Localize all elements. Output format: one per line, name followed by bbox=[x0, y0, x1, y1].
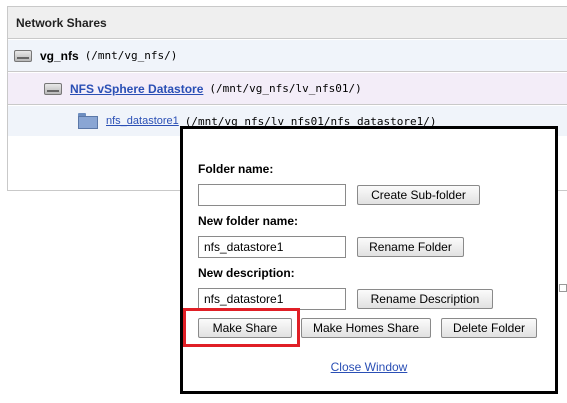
folder-actions-popup: Folder name: Create Sub-folder New folde… bbox=[180, 126, 558, 394]
volume-name: vg_nfs bbox=[40, 48, 79, 63]
rename-folder-button[interactable]: Rename Folder bbox=[357, 237, 464, 257]
folder-name-input[interactable] bbox=[198, 184, 346, 206]
disk-icon bbox=[44, 82, 62, 95]
make-homes-share-button[interactable]: Make Homes Share bbox=[301, 318, 431, 338]
datastore-path: (/mnt/vg_nfs/lv_nfs01/) bbox=[209, 82, 362, 95]
scroll-fragment bbox=[559, 270, 567, 314]
highlight-box bbox=[183, 308, 300, 347]
delete-folder-button[interactable]: Delete Folder bbox=[441, 318, 537, 338]
disk-icon bbox=[14, 49, 32, 62]
volume-path: (/mnt/vg_nfs/) bbox=[84, 49, 178, 62]
folder-name-label: Folder name: bbox=[198, 162, 274, 176]
datastore-link[interactable]: NFS vSphere Datastore bbox=[70, 82, 203, 96]
scroll-box-icon bbox=[559, 284, 567, 292]
panel-title: Network Shares bbox=[8, 7, 567, 39]
folder-link[interactable]: nfs_datastore1 bbox=[106, 115, 179, 127]
share-row-nfs-vsphere[interactable]: NFS vSphere Datastore (/mnt/vg_nfs/lv_nf… bbox=[8, 73, 567, 105]
rename-description-button[interactable]: Rename Description bbox=[357, 289, 493, 309]
new-description-label: New description: bbox=[198, 266, 295, 280]
create-subfolder-button[interactable]: Create Sub-folder bbox=[357, 185, 480, 205]
folder-icon bbox=[78, 113, 98, 129]
close-window-link[interactable]: Close Window bbox=[183, 360, 555, 374]
share-row-vg-nfs[interactable]: vg_nfs (/mnt/vg_nfs/) bbox=[8, 40, 567, 72]
new-folder-name-label: New folder name: bbox=[198, 214, 299, 228]
new-description-input[interactable] bbox=[198, 288, 346, 310]
new-folder-name-input[interactable] bbox=[198, 236, 346, 258]
